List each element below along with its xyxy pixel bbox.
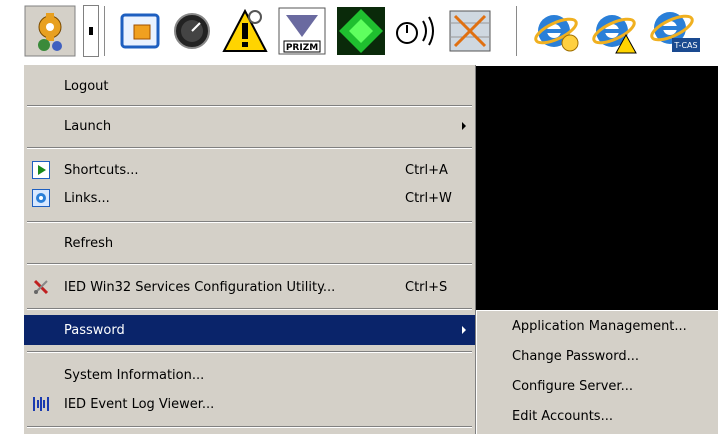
menu-item-logout[interactable]: Logout bbox=[24, 73, 475, 99]
submenu-item-label: Application Management... bbox=[512, 319, 687, 334]
menu-item-password[interactable]: Password bbox=[24, 315, 475, 345]
ie-warning-icon[interactable] bbox=[588, 5, 640, 57]
menu-item-shortcut: Ctrl+S bbox=[405, 279, 448, 295]
submenu-arrow-icon bbox=[462, 122, 466, 130]
dropdown-arrow-icon[interactable] bbox=[82, 5, 100, 57]
menu-separator bbox=[27, 147, 472, 149]
menu-item-label: Logout bbox=[64, 78, 109, 94]
menu-item-links[interactable]: Links... Ctrl+W bbox=[24, 185, 475, 211]
menu-item-label: IED Win32 Services Configuration Utility… bbox=[64, 279, 336, 295]
menu-separator bbox=[27, 308, 472, 310]
grid-x-icon[interactable] bbox=[446, 5, 494, 57]
menu-item-launch[interactable]: Launch bbox=[24, 113, 475, 139]
gauge-icon[interactable] bbox=[170, 5, 214, 57]
green-diamond-icon[interactable] bbox=[336, 5, 386, 57]
play-icon bbox=[32, 161, 50, 179]
ie-icon[interactable] bbox=[530, 5, 582, 57]
menu-separator bbox=[27, 426, 472, 428]
menu-item-label: Links... bbox=[64, 190, 110, 206]
menu-item-shortcut: Ctrl+W bbox=[405, 190, 452, 206]
menu-item-label: Password bbox=[64, 322, 125, 338]
menu-item-services-config[interactable]: IED Win32 Services Configuration Utility… bbox=[24, 274, 475, 300]
password-submenu: Application Management... Change Passwor… bbox=[476, 310, 718, 434]
warning-lock-icon[interactable] bbox=[220, 5, 270, 57]
prizm-icon[interactable]: PRIZM bbox=[276, 5, 328, 57]
event-log-icon bbox=[32, 395, 50, 413]
ie-tcas-icon[interactable]: T-CAS bbox=[646, 5, 702, 57]
ie-icon bbox=[32, 189, 50, 207]
submenu-item-edit-accounts[interactable]: Edit Accounts... bbox=[477, 403, 718, 433]
menu-separator bbox=[27, 351, 472, 353]
dark-panel bbox=[476, 66, 718, 312]
menu-item-label: Launch bbox=[64, 118, 112, 134]
submenu-arrow-icon bbox=[462, 326, 466, 334]
submenu-item-label: Edit Accounts... bbox=[512, 409, 613, 424]
menu-item-shortcuts[interactable]: Shortcuts... Ctrl+A bbox=[24, 157, 475, 183]
svg-text:T-CAS: T-CAS bbox=[673, 41, 697, 50]
clock-sound-icon[interactable] bbox=[392, 5, 442, 57]
submenu-item-label: Configure Server... bbox=[512, 379, 633, 394]
menu-separator bbox=[27, 263, 472, 265]
menu-separator bbox=[27, 221, 472, 223]
toolbar: PRIZM T-CAS bbox=[0, 0, 718, 66]
submenu-item-configure-server[interactable]: Configure Server... bbox=[477, 373, 718, 403]
window-icon[interactable] bbox=[118, 5, 162, 57]
submenu-item-application-management[interactable]: Application Management... bbox=[477, 313, 718, 343]
submenu-item-change-password[interactable]: Change Password... bbox=[477, 343, 718, 373]
menu-item-label: Refresh bbox=[64, 235, 114, 251]
menu-item-label: System Information... bbox=[64, 367, 205, 383]
menu-item-system-info[interactable]: System Information... bbox=[24, 362, 475, 388]
svg-text:PRIZM: PRIZM bbox=[286, 43, 318, 53]
menu-item-refresh[interactable]: Refresh bbox=[24, 230, 475, 256]
menu-item-label: IED Event Log Viewer... bbox=[64, 396, 215, 412]
menu-separator bbox=[27, 105, 472, 107]
dropdown-menu: Logout Launch Shortcuts... Ctrl+A Links.… bbox=[23, 64, 476, 434]
menu-item-label: Shortcuts... bbox=[64, 162, 139, 178]
app-gear-icon[interactable] bbox=[22, 5, 78, 57]
menu-item-event-log[interactable]: IED Event Log Viewer... bbox=[24, 391, 475, 417]
submenu-item-label: Change Password... bbox=[512, 349, 640, 364]
tools-icon bbox=[32, 278, 50, 296]
menu-item-shortcut: Ctrl+A bbox=[405, 162, 448, 178]
